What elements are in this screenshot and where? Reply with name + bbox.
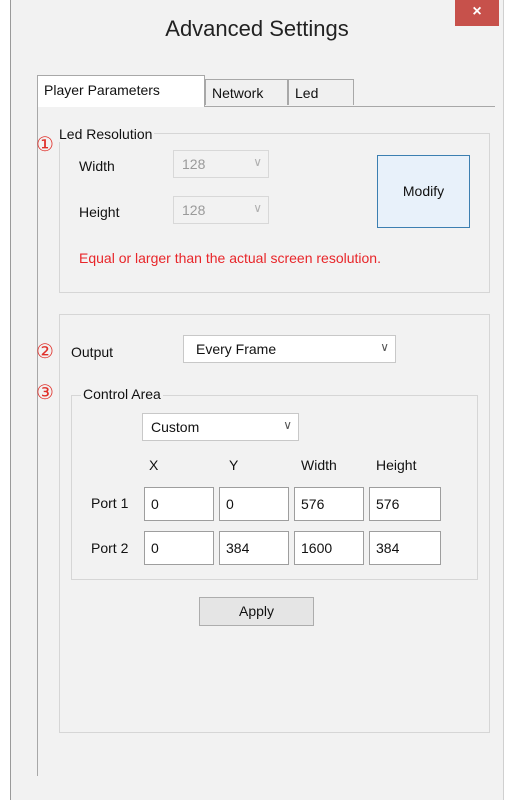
tab-player-parameters[interactable]: Player Parameters <box>37 75 205 107</box>
marker-1: ① <box>36 134 54 156</box>
height-label: Height <box>79 204 120 220</box>
output-label: Output <box>71 344 114 360</box>
tab-network[interactable]: Network <box>205 79 288 105</box>
led-height-value: 128 <box>182 202 206 218</box>
control-area-label: Control Area <box>81 386 163 402</box>
chevron-down-icon: ∨ <box>283 418 292 432</box>
tab-led[interactable]: Led <box>288 79 354 105</box>
advanced-settings-window: Advanced Settings × Player Parameters Ne… <box>10 0 504 800</box>
port-1-width-input[interactable]: 576 <box>294 487 364 521</box>
port-2-x-input[interactable]: 0 <box>144 531 214 565</box>
control-area-mode-value: Custom <box>151 419 200 435</box>
close-icon[interactable]: × <box>455 0 499 26</box>
led-height-select[interactable]: 128 ∨ <box>173 196 269 224</box>
port-2-height-input[interactable]: 384 <box>369 531 441 565</box>
led-resolution-label: Led Resolution <box>57 126 155 142</box>
width-label: Width <box>79 158 115 174</box>
window-title: Advanced Settings <box>165 16 349 41</box>
led-width-select[interactable]: 128 ∨ <box>173 150 269 178</box>
marker-2: ② <box>36 341 54 363</box>
output-value: Every Frame <box>196 341 277 357</box>
control-area-mode-select[interactable]: Custom ∨ <box>142 413 299 441</box>
led-width-value: 128 <box>182 156 206 172</box>
apply-button[interactable]: Apply <box>199 597 314 626</box>
modify-button[interactable]: Modify <box>377 155 470 228</box>
marker-3: ③ <box>36 382 54 404</box>
column-header-width: Width <box>301 457 337 473</box>
port-1-height-input[interactable]: 576 <box>369 487 441 521</box>
column-header-y: Y <box>229 457 239 473</box>
column-header-height: Height <box>376 457 417 473</box>
port-2-y-input[interactable]: 384 <box>219 531 289 565</box>
chevron-down-icon: ∨ <box>253 155 262 169</box>
column-header-x: X <box>149 457 159 473</box>
output-select[interactable]: Every Frame ∨ <box>183 335 396 363</box>
resolution-warning: Equal or larger than the actual screen r… <box>79 250 381 266</box>
port-2-label: Port 2 <box>91 540 129 556</box>
chevron-down-icon: ∨ <box>380 340 389 354</box>
port-1-x-input[interactable]: 0 <box>144 487 214 521</box>
port-2-width-input[interactable]: 1600 <box>294 531 364 565</box>
port-1-y-input[interactable]: 0 <box>219 487 289 521</box>
port-1-label: Port 1 <box>91 495 129 511</box>
panel-border <box>37 106 38 776</box>
title-bar: Advanced Settings × <box>11 0 503 58</box>
chevron-down-icon: ∨ <box>253 201 262 215</box>
